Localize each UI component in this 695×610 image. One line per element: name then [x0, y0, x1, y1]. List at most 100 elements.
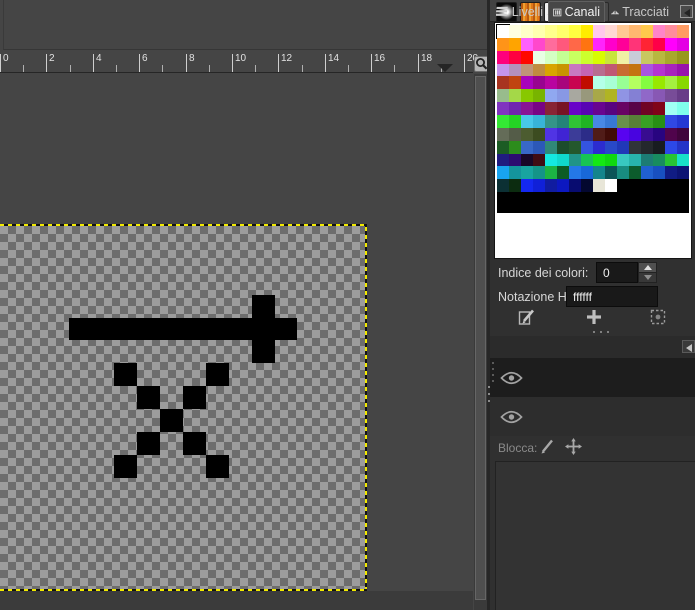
colormap-cell[interactable] [497, 51, 509, 64]
colormap-cell[interactable] [521, 51, 533, 64]
colormap-cell[interactable] [521, 89, 533, 102]
colormap-cell[interactable] [545, 89, 557, 102]
colormap-cell[interactable] [641, 64, 653, 76]
colormap-cell[interactable] [581, 64, 593, 76]
colormap-cell[interactable] [593, 38, 605, 51]
colormap-cell[interactable] [629, 51, 641, 64]
colormap-cell[interactable] [617, 76, 629, 89]
colormap-cell[interactable] [617, 141, 629, 154]
colormap-cell[interactable] [653, 38, 665, 51]
colormap-cell[interactable] [545, 166, 557, 179]
colormap-cell[interactable] [665, 51, 677, 64]
colormap-cell[interactable] [533, 141, 545, 154]
colormap-cell[interactable] [605, 76, 617, 89]
colormap-cell[interactable] [605, 166, 617, 179]
colormap-cell[interactable] [533, 64, 545, 76]
colormap-cell[interactable] [581, 179, 593, 192]
colormap-cell[interactable] [557, 179, 569, 192]
colormap-cell[interactable] [617, 166, 629, 179]
colormap-cell[interactable] [677, 166, 689, 179]
tab-menu-button[interactable] [682, 340, 695, 353]
colormap-cell[interactable] [665, 179, 677, 192]
colormap-grid[interactable] [496, 24, 689, 213]
colormap-cell[interactable] [521, 179, 533, 192]
colormap-cell[interactable] [581, 51, 593, 64]
colormap-cell[interactable] [497, 38, 509, 51]
colormap-cell[interactable] [509, 51, 521, 64]
colormap-cell[interactable] [629, 64, 641, 76]
colormap-cell[interactable] [605, 179, 617, 192]
colormap-cell[interactable] [557, 128, 569, 141]
colormap-cell[interactable] [581, 115, 593, 128]
colormap-cell[interactable] [605, 141, 617, 154]
colormap-cell[interactable] [593, 128, 605, 141]
colormap-cell[interactable] [545, 25, 557, 38]
colormap-cell[interactable] [521, 38, 533, 51]
colormap-cell[interactable] [641, 179, 653, 192]
colormap-cell[interactable] [677, 89, 689, 102]
colormap-cell[interactable] [677, 154, 689, 166]
colormap-cell[interactable] [653, 141, 665, 154]
colormap-cell[interactable] [557, 64, 569, 76]
lock-position-button[interactable] [565, 438, 582, 460]
colormap-cell[interactable] [581, 25, 593, 38]
colormap-cell[interactable] [629, 141, 641, 154]
colormap-cell[interactable] [677, 141, 689, 154]
colormap-cell[interactable] [509, 76, 521, 89]
colormap-cell[interactable] [557, 38, 569, 51]
colormap-cell[interactable] [557, 154, 569, 166]
colormap-cell[interactable] [629, 25, 641, 38]
tab-canali[interactable]: Canali [548, 1, 605, 22]
tab-tracciati[interactable]: Tracciati [607, 1, 673, 22]
colormap-cell[interactable] [677, 25, 689, 38]
colormap-cell[interactable] [569, 154, 581, 166]
colormap-cell[interactable] [641, 38, 653, 51]
colormap-cell[interactable] [629, 76, 641, 89]
colormap-cell[interactable] [617, 179, 629, 192]
colormap-cell[interactable] [593, 64, 605, 76]
colormap-cell[interactable] [557, 115, 569, 128]
colormap-cell[interactable] [569, 76, 581, 89]
colormap-cell[interactable] [533, 102, 545, 115]
colormap-cell[interactable] [509, 38, 521, 51]
colormap-cell[interactable] [617, 51, 629, 64]
colormap-cell[interactable] [629, 89, 641, 102]
colormap-cell[interactable] [509, 154, 521, 166]
colormap-cell[interactable] [605, 38, 617, 51]
colormap-cell[interactable] [677, 51, 689, 64]
edit-color-button[interactable] [518, 308, 536, 331]
colormap-cell[interactable] [581, 89, 593, 102]
colormap-cell[interactable] [497, 154, 509, 166]
colormap-cell[interactable] [641, 141, 653, 154]
colormap-cell[interactable] [677, 64, 689, 76]
colormap-cell[interactable] [605, 115, 617, 128]
colormap-cell[interactable] [629, 115, 641, 128]
colormap-cell[interactable] [593, 141, 605, 154]
colormap-cell[interactable] [593, 102, 605, 115]
colormap-cell[interactable] [617, 25, 629, 38]
colormap-cell[interactable] [557, 102, 569, 115]
colormap-cell[interactable] [641, 154, 653, 166]
colormap-cell[interactable] [533, 76, 545, 89]
colormap-cell[interactable] [617, 102, 629, 115]
colormap-cell[interactable] [605, 51, 617, 64]
colormap-cell[interactable] [533, 128, 545, 141]
colormap-cell[interactable] [521, 154, 533, 166]
colormap-cell[interactable] [569, 128, 581, 141]
colormap-cell[interactable] [497, 141, 509, 154]
colormap-cell[interactable] [677, 76, 689, 89]
colormap-cell[interactable] [581, 166, 593, 179]
colormap-cell[interactable] [605, 89, 617, 102]
colormap-cell[interactable] [629, 179, 641, 192]
colormap-cell[interactable] [497, 102, 509, 115]
colormap-cell[interactable] [521, 141, 533, 154]
colormap-cell[interactable] [569, 64, 581, 76]
colormap-cell[interactable] [569, 51, 581, 64]
colormap-cell[interactable] [605, 25, 617, 38]
colormap-cell[interactable] [545, 154, 557, 166]
colormap-cell[interactable] [545, 102, 557, 115]
colormap-cell[interactable] [509, 102, 521, 115]
colormap-cell[interactable] [665, 89, 677, 102]
colormap-cell[interactable] [569, 89, 581, 102]
colormap-cell[interactable] [665, 76, 677, 89]
